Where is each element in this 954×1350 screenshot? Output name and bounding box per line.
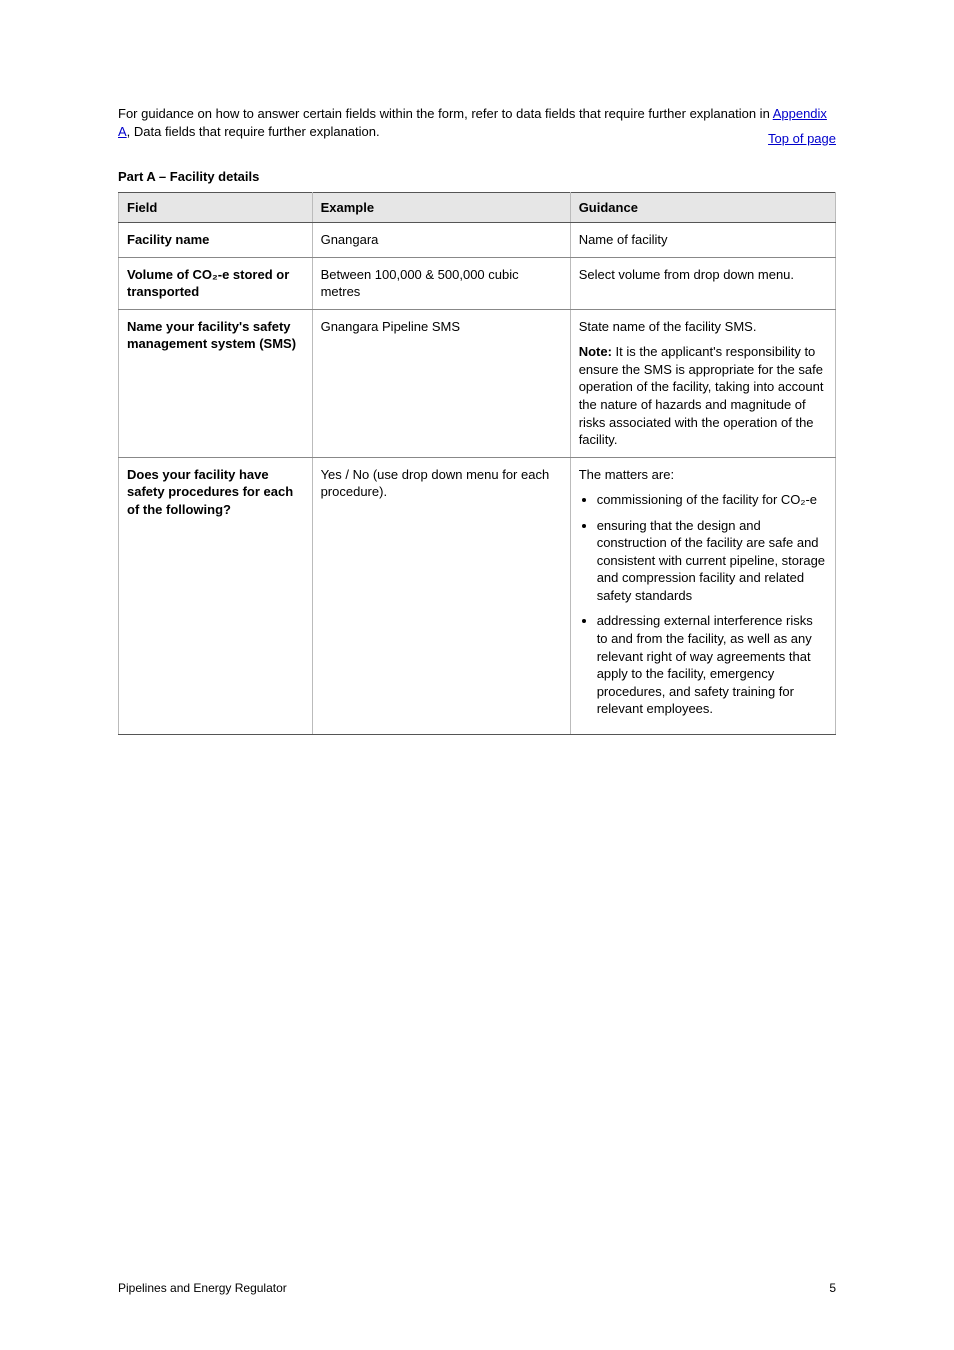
- col-header-field: Field: [119, 192, 313, 223]
- cell-example: Yes / No (use drop down menu for each pr…: [312, 457, 570, 734]
- facility-details-table: Field Example Guidance Facility name Gna…: [118, 192, 836, 735]
- intro-text-after: , Data fields that require further expla…: [127, 124, 380, 139]
- table-row: Does your facility have safety procedure…: [119, 457, 836, 734]
- list-item: ensuring that the design and constructio…: [597, 517, 827, 605]
- cell-field: Name your facility's safety management s…: [119, 309, 313, 457]
- top-of-page-link[interactable]: Top of page: [768, 130, 836, 148]
- cell-example: Gnangara Pipeline SMS: [312, 309, 570, 457]
- table-row: Volume of CO₂-e stored or transported Be…: [119, 257, 836, 309]
- table-row: Name your facility's safety management s…: [119, 309, 836, 457]
- intro-text-before: For guidance on how to answer certain fi…: [118, 106, 773, 121]
- cell-guidance: State name of the facility SMS. Note: It…: [570, 309, 835, 457]
- footer-right: 5: [829, 1280, 836, 1296]
- col-header-example: Example: [312, 192, 570, 223]
- cell-example: Gnangara: [312, 223, 570, 258]
- guidance-list: commissioning of the facility for CO₂-e …: [579, 491, 827, 718]
- table-title: Part A – Facility details: [118, 168, 836, 186]
- cell-field: Volume of CO₂-e stored or transported: [119, 257, 313, 309]
- cell-guidance: Select volume from drop down menu.: [570, 257, 835, 309]
- cell-guidance: Name of facility: [570, 223, 835, 258]
- list-item: addressing external interference risks t…: [597, 612, 827, 717]
- col-header-guidance: Guidance: [570, 192, 835, 223]
- footer-left: Pipelines and Energy Regulator: [118, 1280, 287, 1296]
- cell-guidance: The matters are: commissioning of the fa…: [570, 457, 835, 734]
- intro-paragraph: For guidance on how to answer certain fi…: [118, 105, 836, 140]
- cell-field: Facility name: [119, 223, 313, 258]
- cell-field: Does your facility have safety procedure…: [119, 457, 313, 734]
- note-label: Note:: [579, 344, 612, 359]
- list-item: commissioning of the facility for CO₂-e: [597, 491, 827, 509]
- page-footer: Pipelines and Energy Regulator 5: [118, 1280, 836, 1296]
- guidance-intro: The matters are:: [579, 467, 674, 482]
- guidance-note: Note: It is the applicant's responsibili…: [579, 343, 827, 448]
- table-row: Facility name Gnangara Name of facility: [119, 223, 836, 258]
- cell-example: Between 100,000 & 500,000 cubic metres: [312, 257, 570, 309]
- guidance-text: State name of the facility SMS.: [579, 319, 757, 334]
- note-text: It is the applicant's responsibility to …: [579, 344, 824, 447]
